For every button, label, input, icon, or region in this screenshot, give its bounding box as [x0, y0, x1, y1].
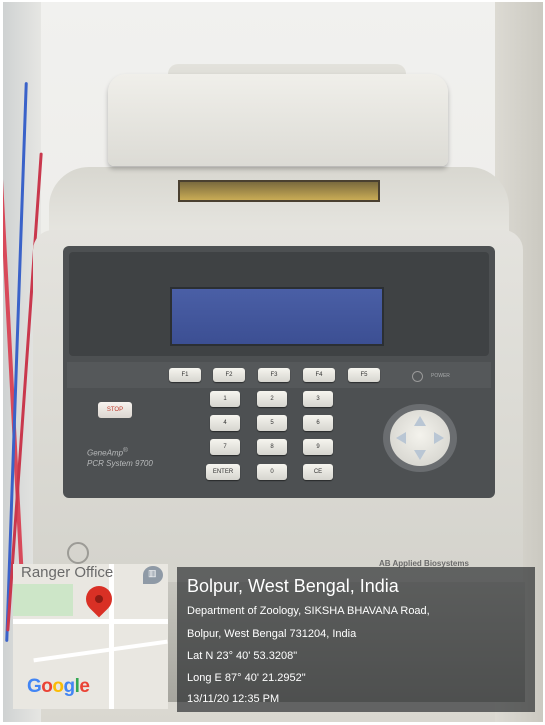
map-road — [109, 564, 114, 709]
map-road — [13, 619, 168, 624]
arrow-pad[interactable] — [390, 410, 450, 466]
lcd-display — [170, 287, 384, 346]
photo-scene: F1 F2 F3 F4 F5 POWER STOP 1 2 3 4 5 6 7 … — [3, 2, 543, 722]
location-info-panel: Bolpur, West Bengal, India Department of… — [177, 567, 535, 712]
map-place-label: Ranger Office — [21, 564, 114, 581]
latitude-text: Lat N 23° 40' 53.3208" — [187, 650, 298, 662]
brand-label: GeneAmp® PCR System 9700 — [87, 446, 153, 469]
address-line-1: Department of Zoology, SIKSHA BHAVANA Ro… — [187, 605, 430, 617]
arrow-left-icon[interactable] — [396, 432, 406, 444]
f3-key[interactable]: F3 — [258, 368, 290, 382]
f2-key[interactable]: F2 — [213, 368, 245, 382]
map-road — [33, 639, 168, 663]
model-name: PCR System 9700 — [87, 458, 153, 468]
key-0[interactable]: 0 — [257, 464, 287, 480]
stop-button[interactable]: STOP — [98, 402, 132, 418]
longitude-text: Long E 87° 40' 21.2952" — [187, 672, 306, 684]
arrow-up-icon[interactable] — [414, 416, 426, 426]
key-8[interactable]: 8 — [257, 439, 287, 455]
bank-icon — [143, 566, 163, 584]
location-title: Bolpur, West Bengal, India — [187, 576, 399, 596]
google-logo: Google — [27, 676, 90, 697]
ce-key[interactable]: CE — [303, 464, 333, 480]
key-3[interactable]: 3 — [303, 391, 333, 407]
arrow-down-icon[interactable] — [414, 450, 426, 460]
side-power-button[interactable] — [67, 542, 89, 564]
sample-block — [178, 180, 380, 202]
map-thumbnail[interactable]: Ranger Office Google — [13, 564, 168, 709]
power-label: POWER — [431, 373, 450, 379]
brand-registered-mark: ® — [123, 447, 128, 454]
enter-key[interactable]: ENTER — [206, 464, 240, 480]
address-line-2: Bolpur, West Bengal 731204, India — [187, 628, 357, 640]
key-1[interactable]: 1 — [210, 391, 240, 407]
power-indicator-icon — [412, 371, 423, 382]
f5-key[interactable]: F5 — [348, 368, 380, 382]
key-9[interactable]: 9 — [303, 439, 333, 455]
key-7[interactable]: 7 — [210, 439, 240, 455]
key-2[interactable]: 2 — [257, 391, 287, 407]
f4-key[interactable]: F4 — [303, 368, 335, 382]
key-5[interactable]: 5 — [257, 415, 287, 431]
arrow-right-icon[interactable] — [434, 432, 444, 444]
key-4[interactable]: 4 — [210, 415, 240, 431]
datetime-text: 13/11/20 12:35 PM — [187, 693, 280, 705]
brand-name: GeneAmp — [87, 448, 124, 458]
heated-lid[interactable] — [108, 74, 448, 166]
f1-key[interactable]: F1 — [169, 368, 201, 382]
key-6[interactable]: 6 — [303, 415, 333, 431]
map-park-area — [13, 584, 73, 616]
